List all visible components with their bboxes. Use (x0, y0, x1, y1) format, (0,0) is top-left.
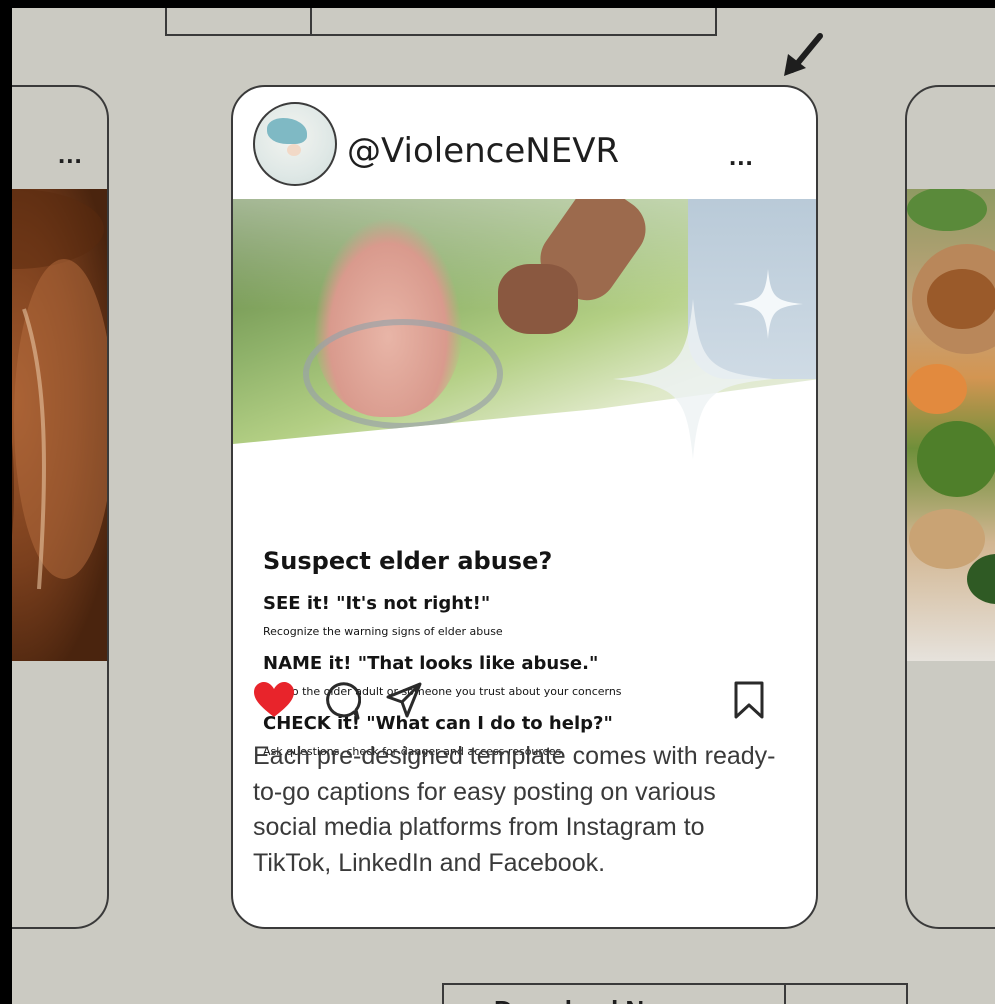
post-actions (233, 677, 816, 727)
download-now-button[interactable]: Download Now (494, 995, 680, 1004)
avatar-logo-dot (287, 144, 301, 156)
see-subtext: Recognize the warning signs of elder abu… (263, 625, 503, 638)
share-icon[interactable] (385, 681, 423, 719)
post-image: Suspect elder abuse? SEE it! "It's not r… (233, 199, 816, 758)
left-post-card[interactable]: ... (12, 85, 109, 929)
bookmark-icon[interactable] (733, 681, 765, 719)
top-partial-bar (165, 8, 717, 36)
avatar[interactable] (253, 102, 337, 186)
download-bar-divider (784, 985, 786, 1004)
right-post-card[interactable] (905, 85, 995, 929)
more-options-icon[interactable]: ... (729, 141, 754, 172)
showcase-canvas: ... @ViolenceNEVR ... Suspect elder abus… (12, 8, 995, 1004)
comment-icon[interactable] (321, 681, 361, 721)
main-post-card[interactable]: @ViolenceNEVR ... Suspect elder abuse? S… (231, 85, 818, 929)
wheelchair-figure (303, 319, 503, 429)
name-heading: NAME it! "That looks like abuse." (263, 653, 599, 674)
see-heading: SEE it! "It's not right!" (263, 593, 491, 614)
avatar-logo-shape (267, 118, 307, 144)
left-card-more-icon[interactable]: ... (58, 139, 83, 170)
fist-figure (498, 264, 578, 334)
screenshot-frame: ... @ViolenceNEVR ... Suspect elder abus… (0, 0, 995, 1004)
heart-icon[interactable] (253, 681, 295, 719)
post-handle[interactable]: @ViolenceNEVR (347, 131, 619, 171)
top-bar-divider (310, 8, 312, 34)
bread-texture (12, 189, 107, 590)
image-title: Suspect elder abuse? (263, 547, 553, 575)
sparkle-icon (733, 269, 803, 339)
arrow-icon (784, 33, 823, 76)
download-bar: Download Now (442, 983, 908, 1004)
post-caption: Each pre-designed template comes with re… (253, 742, 776, 877)
food-items (907, 189, 995, 604)
